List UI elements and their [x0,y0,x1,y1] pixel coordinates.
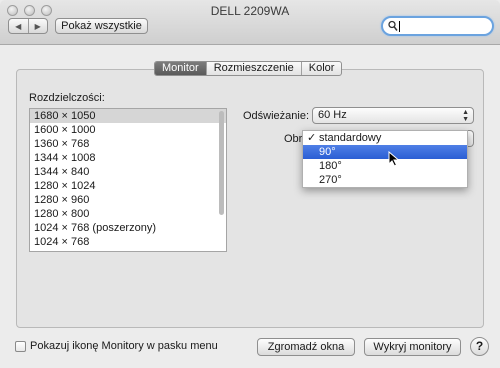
mouse-pointer-icon [388,151,400,167]
resolution-item[interactable]: 1280 × 960 [30,193,226,207]
tab-arrangement[interactable]: Rozmieszczenie [205,62,301,75]
resolution-item[interactable]: 1600 × 1000 [30,123,226,137]
resolution-list[interactable]: 1680 × 1050 1600 × 1000 1360 × 768 1344 … [29,108,227,252]
show-in-menu-bar-checkbox[interactable] [15,341,26,352]
rotation-option-180[interactable]: 180° [303,159,467,173]
gather-windows-button[interactable]: Zgromadź okna [257,338,355,356]
rotation-option-label: standardowy [319,132,382,144]
text-caret [399,21,400,32]
resolution-item[interactable]: 1344 × 840 [30,165,226,179]
show-in-menu-bar-label[interactable]: Pokazuj ikonę Monitory w pasku menu [30,340,218,352]
resolution-item[interactable]: 1680 × 1050 [30,109,226,123]
checkmark-icon: ✓ [307,132,317,144]
resolution-item[interactable]: 1280 × 800 [30,207,226,221]
search-icon [388,20,398,31]
search-field[interactable] [381,16,494,36]
popup-arrows-icon: ▲ ▼ [462,108,469,123]
show-all-button[interactable]: Pokaż wszystkie [55,18,148,34]
rotation-menu: ✓ standardowy 90° 180° 270° [302,130,468,188]
rotation-option-90[interactable]: 90° [303,145,467,159]
resolution-item[interactable]: 1024 × 768 [30,235,226,249]
refresh-popup[interactable]: 60 Hz ▲ ▼ [312,107,474,124]
title-bar: DELL 2209WA ◀ ▶ Pokaż wszystkie [0,0,500,45]
resolution-item[interactable]: 1024 × 768 (poszerzony) [30,221,226,235]
refresh-value: 60 Hz [318,109,347,121]
rotation-option-270[interactable]: 270° [303,173,467,187]
resolution-item[interactable]: 1280 × 1024 [30,179,226,193]
list-scrollbar[interactable] [219,111,224,215]
history-nav: ◀ ▶ [8,18,48,34]
rotation-option-standard[interactable]: ✓ standardowy [303,131,467,145]
resolution-item[interactable]: 1344 × 1008 [30,151,226,165]
refresh-label: Odświeżanie: [243,110,310,122]
resolutions-label: Rozdzielczości: [29,92,105,104]
detect-displays-button[interactable]: Wykryj monitory [364,338,461,356]
preferences-window: DELL 2209WA ◀ ▶ Pokaż wszystkie Monitor … [0,0,500,368]
tab-monitor[interactable]: Monitor [155,62,206,75]
tab-color[interactable]: Kolor [300,62,342,75]
resolution-item[interactable]: 1360 × 768 [30,137,226,151]
back-button[interactable]: ◀ [9,19,28,33]
help-button[interactable]: ? [470,337,489,356]
tab-bar: Monitor Rozmieszczenie Kolor [154,61,343,76]
forward-button[interactable]: ▶ [27,19,48,33]
